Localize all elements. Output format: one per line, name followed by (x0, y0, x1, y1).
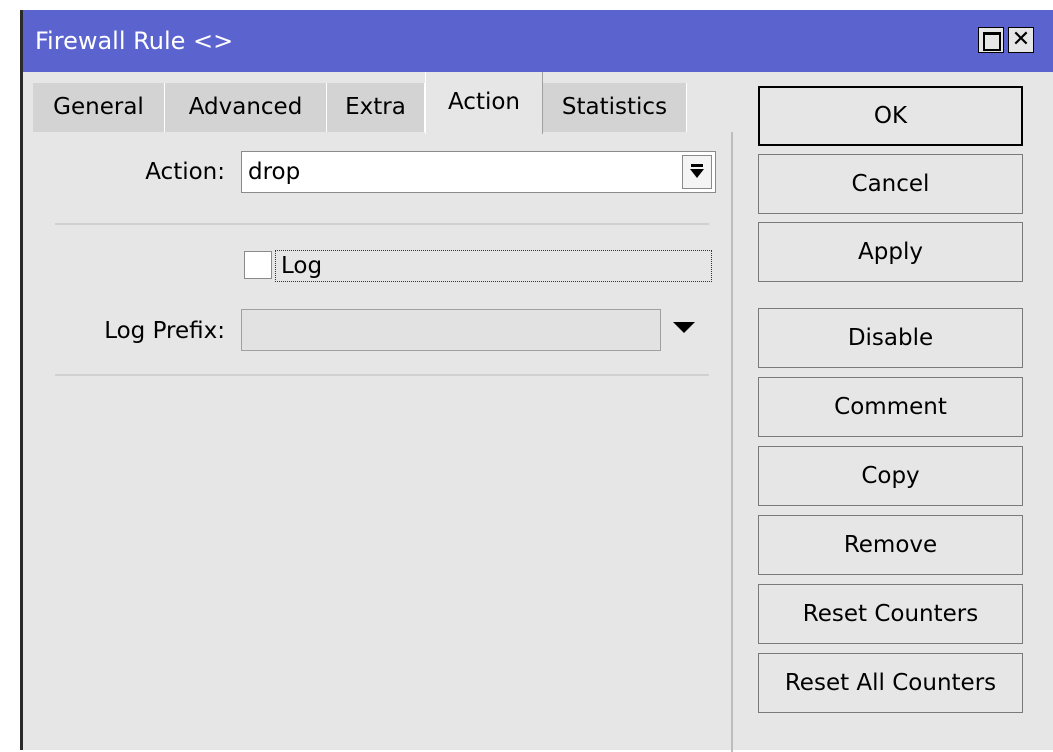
comment-button[interactable]: Comment (758, 377, 1023, 437)
apply-button[interactable]: Apply (758, 222, 1023, 282)
log-focus-outline (275, 250, 712, 282)
action-select[interactable]: drop (241, 151, 716, 193)
close-icon[interactable]: ✕ (1008, 27, 1034, 53)
reset-counters-button[interactable]: Reset Counters (758, 584, 1023, 644)
cancel-button[interactable]: Cancel (758, 154, 1023, 214)
tab-general[interactable]: General (33, 83, 165, 132)
tab-extra[interactable]: Extra (327, 83, 425, 132)
section-separator (55, 223, 709, 225)
log-prefix-label: Log Prefix: (104, 318, 225, 344)
tab-action[interactable]: Action (425, 72, 543, 134)
reset-all-counters-button[interactable]: Reset All Counters (758, 653, 1023, 713)
maximize-icon[interactable] (978, 27, 1004, 53)
disable-button[interactable]: Disable (758, 308, 1023, 368)
action-select-value: drop (248, 159, 301, 185)
copy-button[interactable]: Copy (758, 446, 1023, 506)
tab-statistics[interactable]: Statistics (543, 83, 687, 132)
action-label: Action: (145, 159, 225, 185)
tab-advanced[interactable]: Advanced (165, 83, 327, 132)
log-checkbox-label[interactable]: Log (281, 251, 322, 281)
section-separator (55, 374, 709, 376)
dropdown-expand-icon[interactable] (682, 155, 712, 189)
title-bar[interactable]: Firewall Rule <> ✕ (23, 10, 1053, 72)
log-prefix-input[interactable] (241, 309, 661, 351)
dropdown-arrow-icon[interactable] (673, 322, 695, 333)
ok-button[interactable]: OK (758, 86, 1023, 146)
remove-button[interactable]: Remove (758, 515, 1023, 575)
firewall-rule-window: Firewall Rule <> ✕ General Advanced Extr… (20, 10, 1053, 752)
window-title: Firewall Rule <> (35, 27, 234, 55)
log-checkbox[interactable] (244, 251, 272, 279)
panel-divider (731, 132, 733, 752)
